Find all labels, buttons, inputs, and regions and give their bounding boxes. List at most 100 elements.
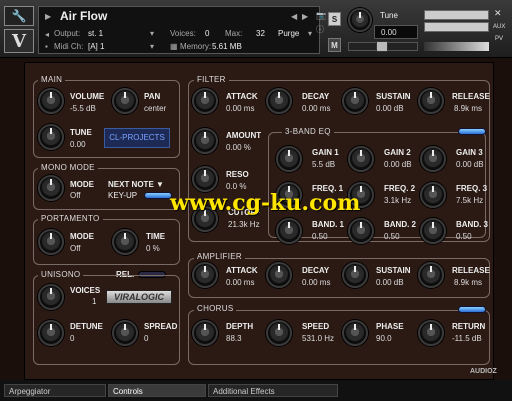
solo-button[interactable]: S	[328, 12, 341, 26]
instrument-header: 🔧 V ▶ Air Flow ◀ ▶ 📷 ⓘ ◂ Output: st. 1 ▾…	[0, 0, 512, 58]
eq-gain2-knob[interactable]	[348, 146, 374, 172]
mono-mode-value: Off	[70, 191, 81, 200]
chorus-speed-value: 531.0 Hz	[302, 334, 335, 343]
tab-controls[interactable]: Controls	[108, 384, 206, 397]
tune-label: Tune	[380, 11, 398, 20]
logo-icon: V	[4, 29, 34, 53]
filter-amount-knob[interactable]	[192, 128, 218, 154]
aux-button[interactable]: AUX	[493, 24, 505, 30]
voices-label: Voices:	[170, 29, 196, 38]
eq-band1-value: 0.50	[312, 232, 328, 241]
amp-release-knob[interactable]	[418, 262, 444, 288]
purge-dropdown-icon[interactable]: ▾	[308, 29, 312, 38]
amp-attack-label: ATTACK	[226, 266, 258, 275]
midi-channel-label: Midi Ch:	[54, 42, 84, 51]
filter-attack-knob[interactable]	[192, 88, 218, 114]
eq-gain3-knob[interactable]	[420, 146, 446, 172]
eq-band1-knob[interactable]	[276, 218, 302, 244]
eq-section	[268, 132, 486, 238]
viralogic-logo: VIRALOGIC	[106, 290, 172, 304]
chorus-return-label: RETURN	[452, 322, 486, 331]
chorus-speed-knob[interactable]	[266, 320, 292, 346]
chorus-depth-value: 88.3	[226, 334, 242, 343]
detune-knob[interactable]	[38, 320, 64, 346]
main-section-title: MAIN	[38, 75, 66, 84]
chorus-depth-knob[interactable]	[192, 320, 218, 346]
amp-sustain-label: SUSTAIN	[376, 266, 411, 275]
filter-sustain-knob[interactable]	[342, 88, 368, 114]
detune-label: DETUNE	[70, 322, 103, 331]
volume-slider[interactable]	[424, 42, 489, 51]
amp-sustain-value: 0.00 dB	[376, 278, 404, 287]
info-icon[interactable]: ⓘ	[316, 24, 324, 35]
output-dropdown-icon[interactable]: ▾	[150, 29, 154, 38]
chorus-enable-toggle[interactable]	[458, 306, 486, 313]
midi-dropdown-icon[interactable]: ▾	[150, 42, 154, 51]
pan-knob[interactable]	[112, 88, 138, 114]
close-icon[interactable]: ✕	[494, 8, 502, 19]
purge-menu[interactable]: Purge	[278, 29, 299, 38]
tab-arpeggiator[interactable]: Arpeggiator	[4, 384, 106, 397]
amp-sustain-knob[interactable]	[342, 262, 368, 288]
prev-arrow-icon[interactable]: ◀	[291, 12, 297, 21]
portamento-mode-value: Off	[70, 244, 81, 253]
portamento-mode-knob[interactable]	[38, 229, 64, 255]
filter-cutoff-value: 21.3k Hz	[228, 220, 260, 229]
volume-knob[interactable]	[38, 88, 64, 114]
key-up-label: KEY-UP	[108, 191, 138, 200]
eq-gain1-knob[interactable]	[276, 146, 302, 172]
next-note-menu[interactable]: NEXT NOTE ▼	[108, 180, 164, 189]
eq-gain2-value: 0.00 dB	[384, 160, 412, 169]
output-select[interactable]: st. 1	[88, 29, 103, 38]
portamento-time-value: 0 %	[146, 244, 160, 253]
eq-band3-knob[interactable]	[420, 218, 446, 244]
amp-release-value: 8.9k ms	[454, 278, 483, 287]
cl-projects-logo: CL-PROJECTS	[104, 128, 170, 148]
filter-reso-knob[interactable]	[192, 166, 218, 192]
filter-attack-value: 0.00 ms	[226, 104, 255, 113]
tune-main-knob[interactable]	[38, 124, 64, 150]
eq-freq3-label: FREQ. 3	[456, 184, 488, 193]
camera-icon[interactable]: 📷	[316, 11, 326, 20]
eq-title: 3-BAND EQ	[282, 127, 334, 136]
chorus-title: CHORUS	[194, 304, 237, 313]
max-label: Max:	[225, 29, 243, 38]
eq-gain3-value: 0.00 dB	[456, 160, 484, 169]
filter-decay-knob[interactable]	[266, 88, 292, 114]
amp-decay-knob[interactable]	[266, 262, 292, 288]
portamento-time-knob[interactable]	[112, 229, 138, 255]
pv-button[interactable]: PV	[495, 36, 503, 42]
amp-release-label: RELEASE	[452, 266, 490, 275]
unisono-voices-knob[interactable]	[38, 284, 64, 310]
tune-knob[interactable]	[348, 8, 372, 32]
filter-attack-label: ATTACK	[226, 92, 258, 101]
max-voices-value[interactable]: 32	[256, 29, 265, 38]
pan-slider-handle[interactable]	[376, 41, 388, 52]
audioz-mark: AUDIOZ	[470, 368, 497, 375]
mono-mode-knob[interactable]	[38, 175, 64, 201]
mute-button[interactable]: M	[328, 38, 341, 52]
next-arrow-icon[interactable]: ▶	[302, 12, 308, 21]
eq-band2-knob[interactable]	[348, 218, 374, 244]
tune-value[interactable]: 0.00	[374, 25, 418, 39]
midi-channel-select[interactable]: [A] 1	[88, 42, 104, 51]
play-icon[interactable]: ▶	[45, 12, 51, 21]
tab-additional-effects[interactable]: Additional Effects	[208, 384, 338, 397]
watermark-text: www.cg-ku.com	[170, 190, 361, 216]
instrument-title[interactable]: Air Flow	[60, 9, 107, 23]
eq-gain1-label: GAIN 1	[312, 148, 339, 157]
volume-value: -5.5 dB	[70, 104, 96, 113]
eq-enable-toggle[interactable]	[458, 128, 486, 135]
key-up-toggle[interactable]	[144, 192, 172, 199]
spread-knob[interactable]	[112, 320, 138, 346]
filter-release-knob[interactable]	[418, 88, 444, 114]
eq-freq3-knob[interactable]	[420, 182, 446, 208]
chorus-phase-knob[interactable]	[342, 320, 368, 346]
filter-decay-value: 0.00 ms	[302, 104, 331, 113]
chorus-phase-label: PHASE	[376, 322, 404, 331]
amp-attack-knob[interactable]	[192, 262, 218, 288]
chorus-return-knob[interactable]	[418, 320, 444, 346]
volume-label: VOLUME	[70, 92, 105, 101]
eq-band3-label: BAND. 3	[456, 220, 489, 229]
wrench-icon[interactable]: 🔧	[4, 6, 34, 26]
